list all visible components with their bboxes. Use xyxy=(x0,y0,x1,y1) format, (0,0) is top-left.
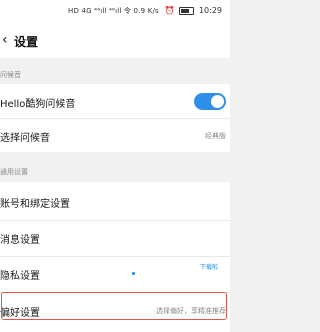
alarm-icon: ⏰ xyxy=(164,6,175,15)
row-label-message: 消息设置 xyxy=(0,235,40,246)
status-time: 10:29 xyxy=(198,6,222,15)
row-value-choose: 经典版 xyxy=(205,132,226,140)
status-right: ⏰ 10:29 xyxy=(165,6,222,15)
indicator-dot xyxy=(132,272,135,275)
hello-greeting-toggle[interactable] xyxy=(194,93,226,110)
row-account[interactable]: 账号和绑定设置 xyxy=(0,185,230,218)
row-choose-greeting[interactable]: 选择问候音 经典版 xyxy=(0,119,230,152)
top-header: ‹ 设置 xyxy=(0,26,230,58)
row-label-account: 账号和绑定设置 xyxy=(0,199,70,210)
toggle-knob xyxy=(211,95,224,108)
section-label-greeting: 问候音 xyxy=(0,71,21,79)
page-title: 设置 xyxy=(14,35,39,49)
status-bar: HD 4G ⁴⁶ıll ⁴⁶ıll 令 0.9 K/s ⏰ 10:29 xyxy=(0,0,230,26)
back-icon[interactable]: ‹ xyxy=(2,32,8,48)
row-label-choose: 选择问候音 xyxy=(0,133,50,144)
download-hint: 下载啦 xyxy=(199,264,218,271)
status-signal-info: HD 4G ⁴⁶ıll ⁴⁶ıll 令 0.9 K/s xyxy=(68,7,159,15)
greeting-card: Hello酷狗问候音 选择问候音 经典版 xyxy=(0,84,230,152)
row-label-hello: Hello酷狗问候音 xyxy=(0,99,76,110)
row-hello-greeting[interactable]: Hello酷狗问候音 xyxy=(0,85,230,118)
section-label-common: 通用设置 xyxy=(0,168,28,176)
row-privacy[interactable]: 隐私设置 xyxy=(0,257,230,290)
preference-highlight-box xyxy=(1,292,227,320)
row-message[interactable]: 消息设置 xyxy=(0,221,230,254)
battery-icon xyxy=(179,6,195,15)
row-label-privacy: 隐私设置 xyxy=(0,271,40,282)
